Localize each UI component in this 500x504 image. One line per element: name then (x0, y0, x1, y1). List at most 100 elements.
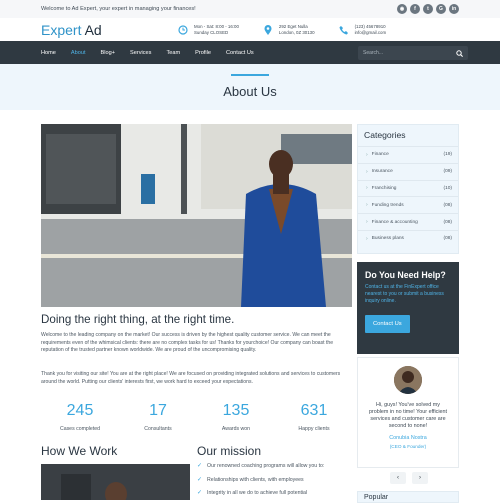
hero-accent-bar (231, 74, 269, 76)
help-widget: Do You Need Help? Contact us at the FinE… (357, 262, 459, 354)
chevron-right-icon: › (366, 168, 368, 175)
site-logo[interactable]: Expert Ad (41, 22, 178, 38)
linkedin-icon[interactable]: in (449, 4, 459, 14)
main-heading: Doing the right thing, at the right time… (41, 313, 235, 326)
testimonial-text: Hi, guys! You've solved my problem in no… (368, 402, 448, 429)
check-icon: ✓ (197, 490, 203, 497)
how-we-work-image (41, 464, 190, 500)
nav-team[interactable]: Team (166, 50, 180, 56)
testimonial-author: Conubia Nostra (389, 435, 427, 441)
testimonial-widget: Hi, guys! You've solved my problem in no… (357, 357, 459, 468)
stat-item: 135 Awards won (197, 402, 275, 432)
address: 292 Eget Nulla London, 0Z 30130 (263, 24, 315, 36)
stats-row: 245 Cases completed 17 Consultants 135 Awar… (41, 402, 353, 432)
welcome-text: Welcome to Ad Expert, your expert in man… (41, 6, 196, 12)
mission-heading: Our mission (197, 444, 262, 458)
hours-line1: Mon - Sat: 8:00 - 16:00 (194, 23, 239, 29)
phone-icon (339, 25, 349, 35)
chevron-right-icon: › (366, 219, 368, 226)
mission-text: Our renowned coaching programs will allo… (207, 463, 325, 469)
nav-services[interactable]: Services (130, 50, 151, 56)
address-line2: London, 0Z 30130 (278, 29, 315, 35)
about-photo (41, 124, 352, 307)
chevron-right-icon: › (366, 235, 368, 242)
stat-item: 17 Consultants (119, 402, 197, 432)
phone-line1: (123) 45678910 (354, 23, 386, 29)
intro-paragraph: Welcome to the leading company on the ma… (41, 332, 334, 354)
list-item: ✓ Integrity in all we do to achieve full … (197, 490, 357, 497)
logo-part1: Expert (41, 21, 82, 38)
stat-number: 17 (149, 402, 167, 419)
category-item[interactable]: › Funding trends (08) (358, 196, 458, 213)
testimonial-role: (CEO & Founder) (389, 444, 427, 449)
search-input[interactable]: Search... (358, 46, 468, 60)
stat-item: 631 Happy clients (275, 402, 353, 432)
category-item[interactable]: › Finance & accounting (08) (358, 213, 458, 230)
logo-part2: Ad (81, 21, 102, 38)
opening-hours: Mon - Sat: 8:00 - 16:00 Sunday CLOSED (178, 24, 239, 36)
contact-us-button[interactable]: Contact Us (365, 315, 410, 333)
categories-widget: Categories › Finance (19) › Insurance (09) ›… (357, 124, 459, 254)
category-count: (08) (443, 236, 452, 242)
category-item[interactable]: › Franchising (10) (358, 179, 458, 197)
top-bar: Welcome to Ad Expert, your expert in man… (0, 0, 500, 18)
social-links: ◉ f t G in (397, 4, 459, 14)
chevron-right-icon[interactable]: › (412, 472, 428, 484)
category-name: Finance (371, 152, 389, 158)
phone-line2: info@gmail.com (354, 29, 387, 35)
nav-blog[interactable]: Blog+ (101, 50, 115, 56)
page-hero: About Us (0, 64, 500, 110)
stat-number: 245 (66, 402, 94, 419)
help-text: Contact us at the FinExpert office neare… (365, 284, 444, 304)
main-nav: Home About Blog+ Services Team Profile C… (0, 41, 500, 64)
clock-icon (178, 24, 188, 35)
category-count: (08) (443, 219, 452, 225)
category-count: (08) (443, 202, 452, 208)
help-title: Do You Need Help? (365, 270, 446, 280)
mission-text: Relationships with clients, with employe… (207, 476, 304, 483)
stat-label: Happy clients (298, 426, 330, 432)
popular-widget: Popular (357, 491, 459, 503)
chevron-right-icon: › (366, 185, 368, 192)
testimonial-nav: ‹ › (390, 472, 428, 484)
chevron-right-icon: › (366, 202, 368, 209)
stat-number: 631 (300, 402, 328, 419)
stat-label: Consultants (144, 426, 172, 432)
google-plus-icon[interactable]: G (436, 4, 446, 14)
category-name: Funding trends (371, 202, 404, 208)
category-name: Finance & accounting (371, 219, 418, 225)
stat-label: Awards won (221, 426, 251, 432)
avatar (394, 366, 422, 394)
page-title: About Us (223, 83, 277, 99)
location-pin-icon (263, 24, 273, 35)
nav-profile[interactable]: Profile (195, 50, 211, 56)
list-item: ✓ Relationships with clients, with employ… (197, 477, 357, 484)
category-count: (09) (443, 169, 452, 175)
chevron-left-icon[interactable]: ‹ (390, 472, 406, 484)
phone-contact: (123) 45678910 info@gmail.com (339, 23, 387, 36)
check-icon: ✓ (197, 463, 203, 469)
nav-home[interactable]: Home (41, 50, 56, 56)
how-we-work-heading: How We Work (41, 444, 118, 458)
rss-icon[interactable]: ◉ (397, 4, 407, 14)
category-count: (19) (443, 152, 452, 158)
twitter-icon[interactable]: t (423, 4, 433, 14)
category-name: Franchising (371, 185, 397, 191)
search-icon[interactable] (456, 49, 463, 57)
category-name: Business plans (371, 236, 404, 242)
category-item[interactable]: › Business plans (08) (358, 229, 458, 247)
stat-number: 135 (222, 402, 250, 419)
facebook-icon[interactable]: f (410, 4, 420, 14)
stat-item: 245 Cases completed (41, 402, 119, 432)
site-header: Expert Ad Mon - Sat: 8:00 - 16:00 Sunday … (0, 18, 500, 41)
search-placeholder: Search... (363, 50, 384, 56)
category-item[interactable]: › Finance (19) (358, 146, 458, 163)
category-name: Insurance (371, 169, 393, 175)
category-count: (10) (443, 185, 452, 191)
mission-list: ✓ Our renowned coaching programs will all… (197, 463, 357, 504)
hours-line2: Sunday CLOSED (194, 29, 229, 35)
category-item[interactable]: › Insurance (09) (358, 162, 458, 180)
categories-title: Categories (364, 130, 406, 140)
nav-about[interactable]: About (71, 50, 86, 56)
nav-contact[interactable]: Contact Us (226, 50, 254, 56)
